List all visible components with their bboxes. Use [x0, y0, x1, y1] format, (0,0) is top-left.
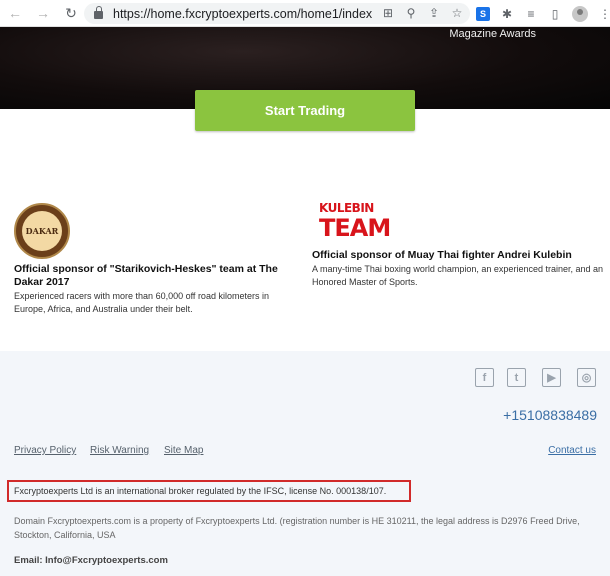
regulation-notice: Fxcryptoexperts Ltd is an international …	[14, 486, 387, 496]
side-panel-icon[interactable]: ▯	[548, 7, 562, 21]
facebook-icon[interactable]: f	[475, 368, 494, 387]
reading-list-icon[interactable]: ≡	[524, 7, 538, 21]
kulebin-sponsor-title: Official sponsor of Muay Thai fighter An…	[312, 249, 572, 261]
start-trading-button[interactable]: Start Trading	[195, 90, 415, 131]
share-icon[interactable]: ⇪	[427, 6, 441, 20]
dakar-sponsor-description: Experienced racers with more than 60,000…	[14, 291, 269, 314]
back-icon[interactable]: ←	[4, 2, 26, 24]
bookmark-star-icon[interactable]: ☆	[450, 6, 464, 20]
twitter-icon[interactable]: t	[507, 368, 526, 387]
zoom-icon[interactable]: ⚲	[404, 6, 418, 20]
risk-warning-link[interactable]: Risk Warning	[90, 445, 149, 456]
contact-us-link[interactable]: Contact us	[548, 445, 596, 456]
extensions-puzzle-icon[interactable]: ✱	[500, 7, 514, 21]
profile-avatar[interactable]	[572, 6, 588, 22]
kulebin-team-logo: KULEBIN TEAM	[319, 202, 391, 246]
forward-icon[interactable]: →	[32, 2, 54, 24]
translate-icon[interactable]: ⊞	[381, 6, 395, 20]
reload-icon[interactable]: ↻	[60, 2, 82, 24]
domain-notice: Domain Fxcryptoexperts.com is a property…	[14, 516, 580, 540]
extension-s-icon[interactable]: S	[476, 7, 490, 21]
dakar-sponsor-title: Official sponsor of "Starikovich-Heskes"…	[14, 263, 278, 288]
youtube-icon[interactable]: ▶	[542, 368, 561, 387]
more-menu-icon[interactable]: ⋮	[598, 7, 610, 21]
dakar-logo-text: DAKAR	[25, 226, 59, 236]
privacy-policy-link[interactable]: Privacy Policy	[14, 445, 76, 456]
address-bar[interactable]: https://home.fxcryptoexperts.com/home1/i…	[84, 3, 470, 24]
kulebin-logo-line2: TEAM	[319, 214, 391, 242]
kulebin-sponsor-description: A many-time Thai boxing world champion, …	[312, 264, 604, 287]
site-map-link[interactable]: Site Map	[164, 445, 203, 456]
url-text: https://home.fxcryptoexperts.com/home1/i…	[113, 6, 373, 21]
dakar-logo: DAKAR	[14, 203, 70, 259]
phone-number[interactable]: +15108838489	[503, 407, 597, 423]
lock-icon	[94, 6, 103, 19]
hero-awards-text: Magazine Awards	[449, 28, 536, 40]
contact-email[interactable]: Email: Info@Fxcryptoexperts.com	[14, 555, 168, 566]
instagram-icon[interactable]: ◎	[577, 368, 596, 387]
